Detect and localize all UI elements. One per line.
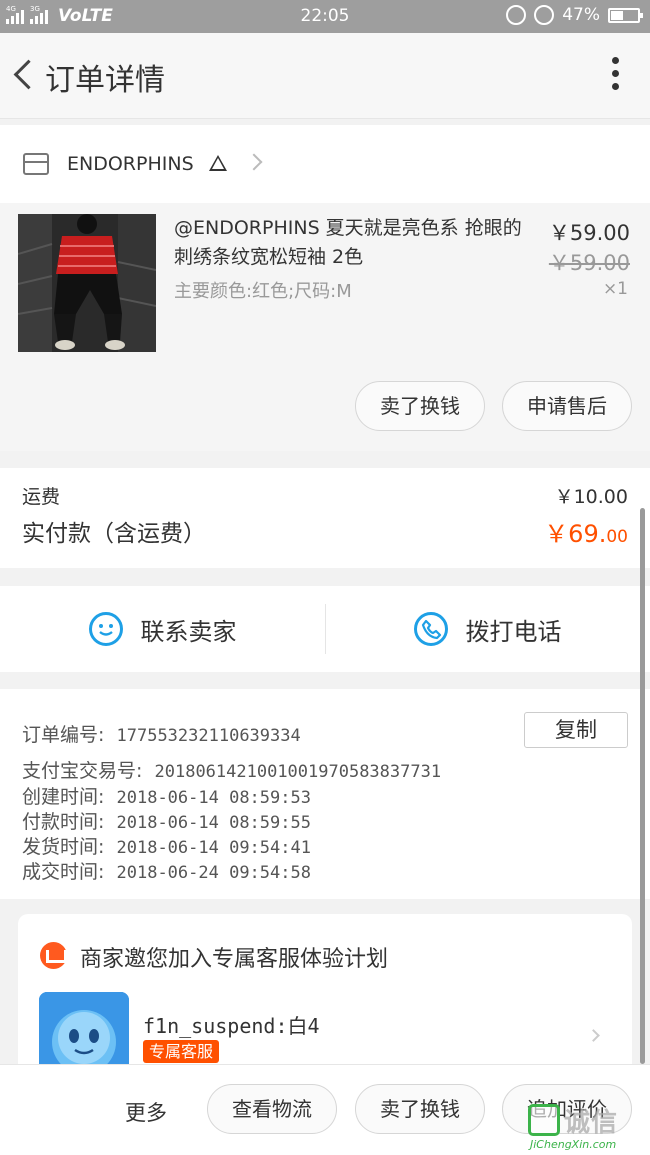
product-image[interactable] [18, 214, 156, 352]
resell-button[interactable]: 卖了换钱 [355, 381, 485, 431]
watermark-url: JiChengXin.com [530, 1138, 617, 1151]
watermark-text: 诚信 [564, 1108, 619, 1138]
contact-seller-label: 联系卖家 [140, 617, 237, 646]
alipay-number-label: 支付宝交易号: [22, 760, 143, 782]
battery-percent: 47% [562, 5, 600, 25]
product-original-price: ￥59.00 [548, 251, 630, 275]
order-number-row: 订单编号: 177553232110639334 [22, 720, 301, 747]
product-quantity: ×1 [602, 279, 628, 299]
watermark-logo-icon [528, 1104, 560, 1136]
call-seller-button[interactable]: 拨打电话 [325, 586, 650, 672]
shop-row[interactable]: ENDORPHINS [0, 125, 650, 203]
shipping-label: 运费 [22, 486, 61, 508]
after-sales-button[interactable]: 申请售后 [502, 381, 632, 431]
completed-time-row: 成交时间: 2018-06-24 09:54:58 [22, 857, 311, 884]
created-time-value: 2018-06-14 08:59:53 [116, 788, 311, 808]
crown-icon [40, 942, 67, 969]
call-seller-label: 拨打电话 [465, 617, 562, 646]
shipped-time-row: 发货时间: 2018-06-14 09:54:41 [22, 832, 311, 859]
paid-time-value: 2018-06-14 08:59:55 [116, 813, 311, 833]
battery-icon [608, 7, 643, 23]
completed-time-label: 成交时间: [22, 861, 105, 883]
product-sku: 主要颜色:红色;尺码:M [174, 281, 352, 302]
product-name: @ENDORPHINS 夏天就是亮色系 抢眼的刺绣条纹宽松短袖 2色 [174, 217, 522, 268]
total-paid-cents: 00 [606, 527, 628, 547]
created-time-label: 创建时间: [22, 786, 105, 808]
product-price: ￥59.00 [548, 221, 630, 245]
shipping-value: ￥10.00 [554, 486, 628, 508]
nav-bar: 订单详情 [0, 33, 650, 119]
completed-time-value: 2018-06-24 09:54:58 [116, 863, 311, 883]
contact-seller-button[interactable]: 联系卖家 [0, 586, 325, 672]
chevron-right-icon [245, 153, 263, 171]
agent-name: f1n_suspend:白4 [143, 1014, 320, 1038]
alarm-icon [534, 5, 555, 25]
payment-summary: 运费 ￥10.00 实付款（含运费） ￥69.00 [0, 468, 650, 568]
order-item[interactable]: @ENDORPHINS 夏天就是亮色系 抢眼的刺绣条纹宽松短袖 2色 主要颜色:… [0, 203, 650, 451]
total-paid-main: ￥69. [544, 520, 607, 548]
copy-button[interactable]: 复制 [524, 712, 628, 748]
brand-triangle-icon [209, 155, 227, 171]
order-number-value: 177553232110639334 [116, 726, 301, 746]
created-time-row: 创建时间: 2018-06-14 08:59:53 [22, 782, 311, 809]
contact-bar: 联系卖家 拨打电话 [0, 586, 650, 672]
shipped-time-value: 2018-06-14 09:54:41 [116, 838, 311, 858]
watermark: 诚信 JiChengXin.com [528, 1098, 646, 1155]
phone-icon [413, 612, 448, 646]
paid-time-label: 付款时间: [22, 811, 105, 833]
paid-time-row: 付款时间: 2018-06-14 08:59:55 [22, 807, 311, 834]
total-paid-label: 实付款（含运费） [22, 521, 206, 547]
service-card-title: 商家邀您加入专属客服体验计划 [80, 947, 389, 972]
more-actions-button[interactable]: 更多 [125, 1097, 167, 1127]
order-number-label: 订单编号: [22, 724, 105, 746]
alipay-number-row: 支付宝交易号: 2018061421001001970583837731 [22, 756, 441, 783]
shipped-time-label: 发货时间: [22, 836, 105, 858]
chevron-right-icon [587, 1029, 600, 1042]
shop-name: ENDORPHINS [67, 153, 194, 175]
exclusive-service-badge: 专属客服 [143, 1040, 220, 1063]
page-title: 订单详情 [45, 63, 165, 98]
status-bar: 4G 3G VoLTE 22:05 47% [0, 0, 650, 33]
back-arrow-icon[interactable] [8, 55, 38, 95]
total-paid-value: ￥69.00 [544, 514, 628, 549]
scrollbar[interactable] [640, 508, 645, 1064]
more-options-icon[interactable] [610, 57, 620, 97]
order-info: 订单编号: 177553232110639334 复制 支付宝交易号: 2018… [0, 689, 650, 899]
resell-bottom-button[interactable]: 卖了换钱 [355, 1084, 485, 1134]
view-logistics-button[interactable]: 查看物流 [207, 1084, 337, 1134]
chat-face-icon [88, 612, 123, 646]
alipay-number-value: 2018061421001001970583837731 [154, 762, 442, 782]
exclusive-service-card[interactable]: 商家邀您加入专属客服体验计划 f1n_suspend:白4 专属客服 [18, 914, 632, 1082]
shop-icon [23, 153, 49, 175]
rotation-lock-icon [506, 5, 527, 25]
